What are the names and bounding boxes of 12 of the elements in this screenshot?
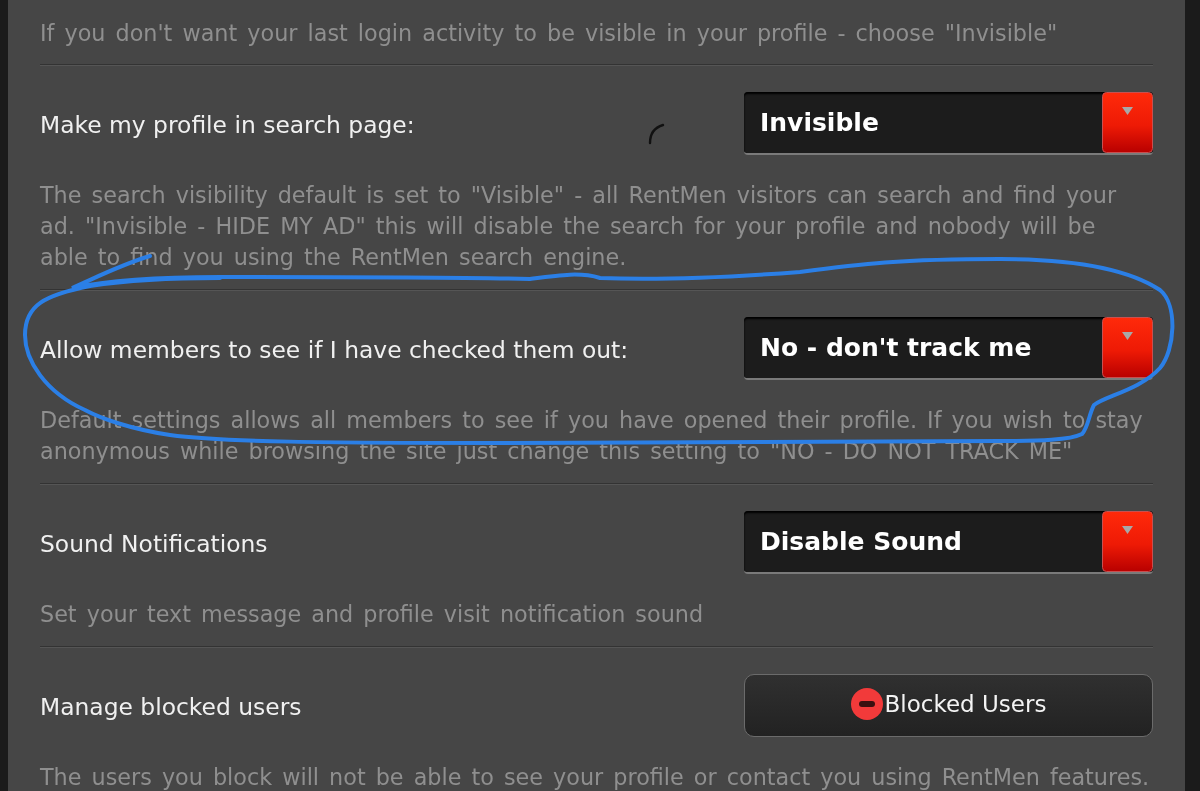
action-button[interactable]: Blocked Users	[744, 674, 1153, 737]
setting-label: Sound Notifications	[40, 528, 268, 560]
dropdown[interactable]: No - don't track me	[744, 317, 1153, 380]
setting-label: Manage blocked users	[40, 691, 302, 723]
setting-label: Make my profile in search page:	[40, 109, 415, 141]
help-text: Set your text message and profile visit notification sound	[40, 600, 705, 629]
setting-label: Allow members to see if I have checked them out:	[40, 334, 629, 366]
dropdown[interactable]: Disable Sound	[744, 511, 1153, 574]
minus-circle-icon	[850, 688, 883, 720]
help-text: The users you block will not be able to see your profile or contact you using RentMen features.	[40, 763, 1151, 791]
hint-text: If you don't want your last login activity to be visible in your profile - choose "Invisible"	[40, 19, 1059, 48]
dropdown[interactable]: Invisible	[744, 92, 1153, 155]
